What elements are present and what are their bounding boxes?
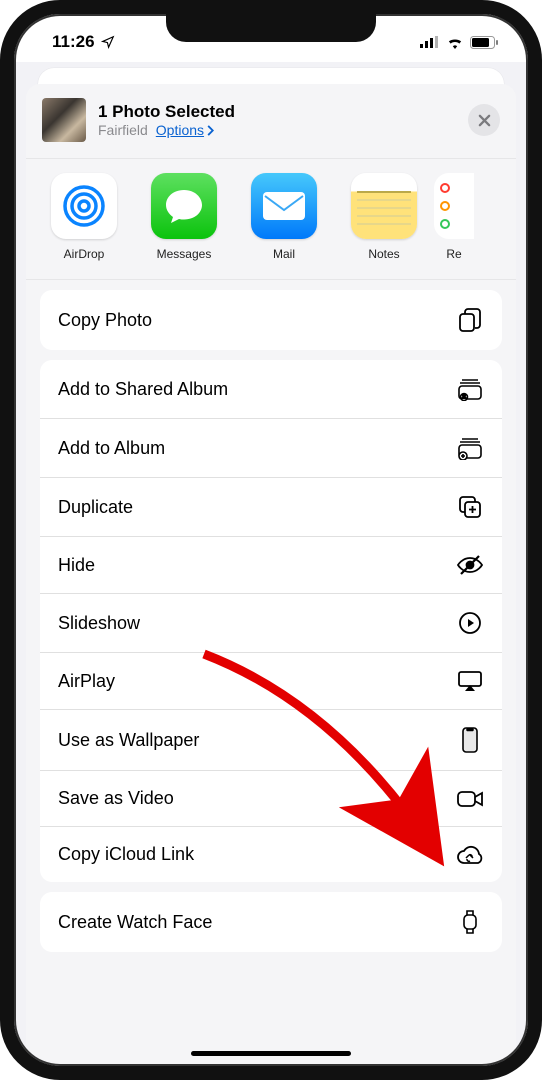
watch-icon xyxy=(456,909,484,935)
wifi-icon xyxy=(446,36,464,49)
home-indicator[interactable] xyxy=(191,1051,351,1056)
action-group-main: Add to Shared Album Add to Album Duplica… xyxy=(40,360,502,882)
action-add-shared-album[interactable]: Add to Shared Album xyxy=(40,360,502,419)
hide-icon xyxy=(456,554,484,576)
messages-icon xyxy=(151,173,217,239)
action-copy-photo[interactable]: Copy Photo xyxy=(40,290,502,350)
play-icon xyxy=(456,611,484,635)
add-album-icon xyxy=(456,436,484,460)
video-icon xyxy=(456,789,484,809)
duplicate-icon xyxy=(456,495,484,519)
options-link[interactable]: Options xyxy=(156,122,214,138)
action-label: Copy iCloud Link xyxy=(58,844,194,865)
close-icon xyxy=(478,114,491,127)
share-apps-row[interactable]: AirDrop Messages Mail Notes xyxy=(26,159,516,280)
action-group-copy: Copy Photo xyxy=(40,290,502,350)
app-label: Re xyxy=(434,247,474,261)
app-notes[interactable]: Notes xyxy=(334,173,434,261)
reminders-icon xyxy=(434,173,474,239)
action-label: Duplicate xyxy=(58,497,133,518)
sheet-title: 1 Photo Selected xyxy=(98,102,468,122)
action-label: Copy Photo xyxy=(58,310,152,331)
action-label: Create Watch Face xyxy=(58,912,212,933)
app-label: Mail xyxy=(234,247,334,261)
battery-icon xyxy=(470,36,498,49)
action-label: Slideshow xyxy=(58,613,140,634)
action-label: Use as Wallpaper xyxy=(58,730,199,751)
subtitle-location: Fairfield xyxy=(98,122,148,138)
action-airplay[interactable]: AirPlay xyxy=(40,653,502,710)
airplay-icon xyxy=(456,670,484,692)
action-save-video[interactable]: Save as Video xyxy=(40,771,502,827)
actions-list[interactable]: Copy Photo Add to Shared Album Add to Al… xyxy=(26,280,516,1066)
app-messages[interactable]: Messages xyxy=(134,173,234,261)
cellular-icon xyxy=(420,36,440,48)
action-slideshow[interactable]: Slideshow xyxy=(40,594,502,653)
app-reminders[interactable]: Re xyxy=(434,173,474,261)
app-airdrop[interactable]: AirDrop xyxy=(34,173,134,261)
action-label: Add to Shared Album xyxy=(58,379,228,400)
cloud-link-icon xyxy=(456,845,484,865)
app-label: Messages xyxy=(134,247,234,261)
sheet-header: 1 Photo Selected Fairfield Options xyxy=(26,84,516,159)
location-icon xyxy=(101,35,115,49)
share-sheet: 1 Photo Selected Fairfield Options AirDr xyxy=(26,84,516,1066)
action-use-wallpaper[interactable]: Use as Wallpaper xyxy=(40,710,502,771)
action-hide[interactable]: Hide xyxy=(40,537,502,594)
copy-icon xyxy=(456,307,484,333)
app-mail[interactable]: Mail xyxy=(234,173,334,261)
action-label: Hide xyxy=(58,555,95,576)
phone-icon xyxy=(456,727,484,753)
action-group-watch: Create Watch Face xyxy=(40,892,502,952)
airdrop-icon xyxy=(51,173,117,239)
action-label: Save as Video xyxy=(58,788,174,809)
notes-icon xyxy=(351,173,417,239)
action-label: Add to Album xyxy=(58,438,165,459)
app-label: AirDrop xyxy=(34,247,134,261)
mail-icon xyxy=(251,173,317,239)
action-copy-icloud[interactable]: Copy iCloud Link xyxy=(40,827,502,882)
action-add-album[interactable]: Add to Album xyxy=(40,419,502,478)
action-label: AirPlay xyxy=(58,671,115,692)
shared-album-icon xyxy=(456,377,484,401)
status-time: 11:26 xyxy=(52,32,95,52)
action-create-watch-face[interactable]: Create Watch Face xyxy=(40,892,502,952)
close-button[interactable] xyxy=(468,104,500,136)
photo-thumbnail[interactable] xyxy=(42,98,86,142)
action-duplicate[interactable]: Duplicate xyxy=(40,478,502,537)
app-label: Notes xyxy=(334,247,434,261)
